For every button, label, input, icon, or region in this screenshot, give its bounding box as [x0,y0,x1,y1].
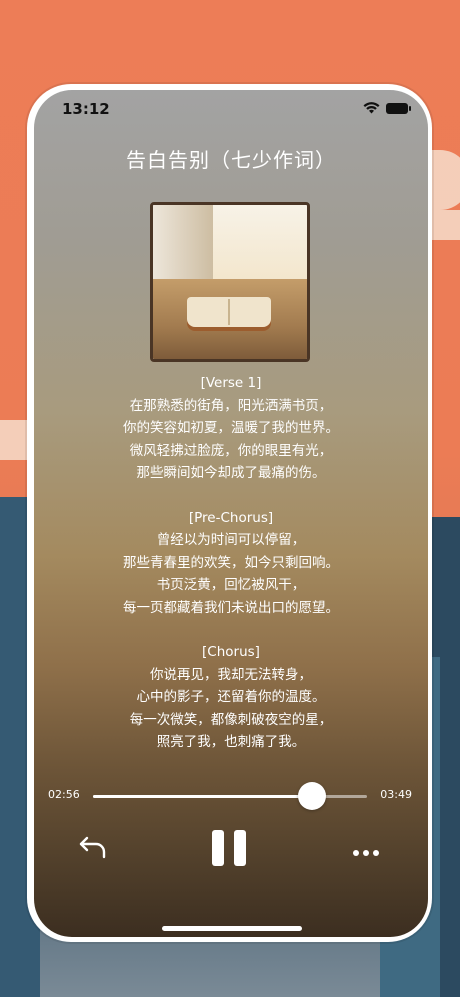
lyrics-section-tag: [Verse 1] [200,375,262,391]
book-illustration [187,297,271,327]
album-cover-image [150,202,310,362]
lyrics-line: 你说再见，我却无法转身， [150,666,312,683]
lyrics-line: 微风轻拂过脸庞，你的眼里有光， [129,442,333,459]
progress-slider[interactable] [93,782,367,810]
total-time: 03:49 [380,788,412,801]
song-title: 告白告别（七少作词） [126,148,336,172]
lyrics-line: 在那熟悉的街角，阳光洒满书页， [129,397,333,414]
lyrics-section-tag: [Pre-Chorus] [188,509,274,526]
back-arrow-icon [78,836,108,864]
lyrics-line: 你的笑容如初夏，温暖了我的世界。 [123,420,339,436]
elapsed-time: 02:56 [48,788,80,801]
progress-fill [93,795,313,798]
more-horizontal-icon [352,842,380,861]
lyrics-line: 曾经以为时间可以停留， [156,532,306,548]
pause-icon [210,830,248,872]
status-bar: 13:12 [34,90,428,130]
playback-controls [34,824,428,874]
lyrics-line: 那些青春里的欢笑，如今只剩回响。 [123,554,339,571]
lyrics-line: 照亮了我，也刺痛了我。 [156,734,306,750]
battery-icon [386,102,411,114]
lyrics-section-tag: [Chorus] [202,644,260,660]
wifi-icon [363,102,380,114]
lyrics-line: 那些瞬间如今却成了最痛的伤。 [136,465,326,481]
lyrics-line: 心中的影子，还留着你的温度。 [136,689,326,705]
home-indicator[interactable] [162,926,302,931]
playback-progress: 02:56 03:49 [34,780,428,810]
lyrics-line: 书页泛黄，回忆被风干， [156,577,306,593]
lyrics-line: 每一次微笑，都像刺破夜空的星， [129,711,333,728]
pause-button[interactable] [210,828,248,872]
more-button[interactable] [352,842,380,861]
lyrics-line: 每一页都藏着我们未说出口的愿望。 [123,599,339,616]
lyrics-panel: [Verse 1] 在那熟悉的街角，阳光洒满书页， 你的笑容如初夏，温暖了我的世… [34,372,428,754]
music-player-screen: 13:12 告白告别（七少作词） [Verse 1] 在那熟悉的街角，阳光洒满书… [34,90,428,937]
status-time: 13:12 [62,100,110,118]
progress-thumb[interactable] [298,782,327,810]
back-button[interactable] [78,834,108,864]
status-icons [363,102,411,114]
